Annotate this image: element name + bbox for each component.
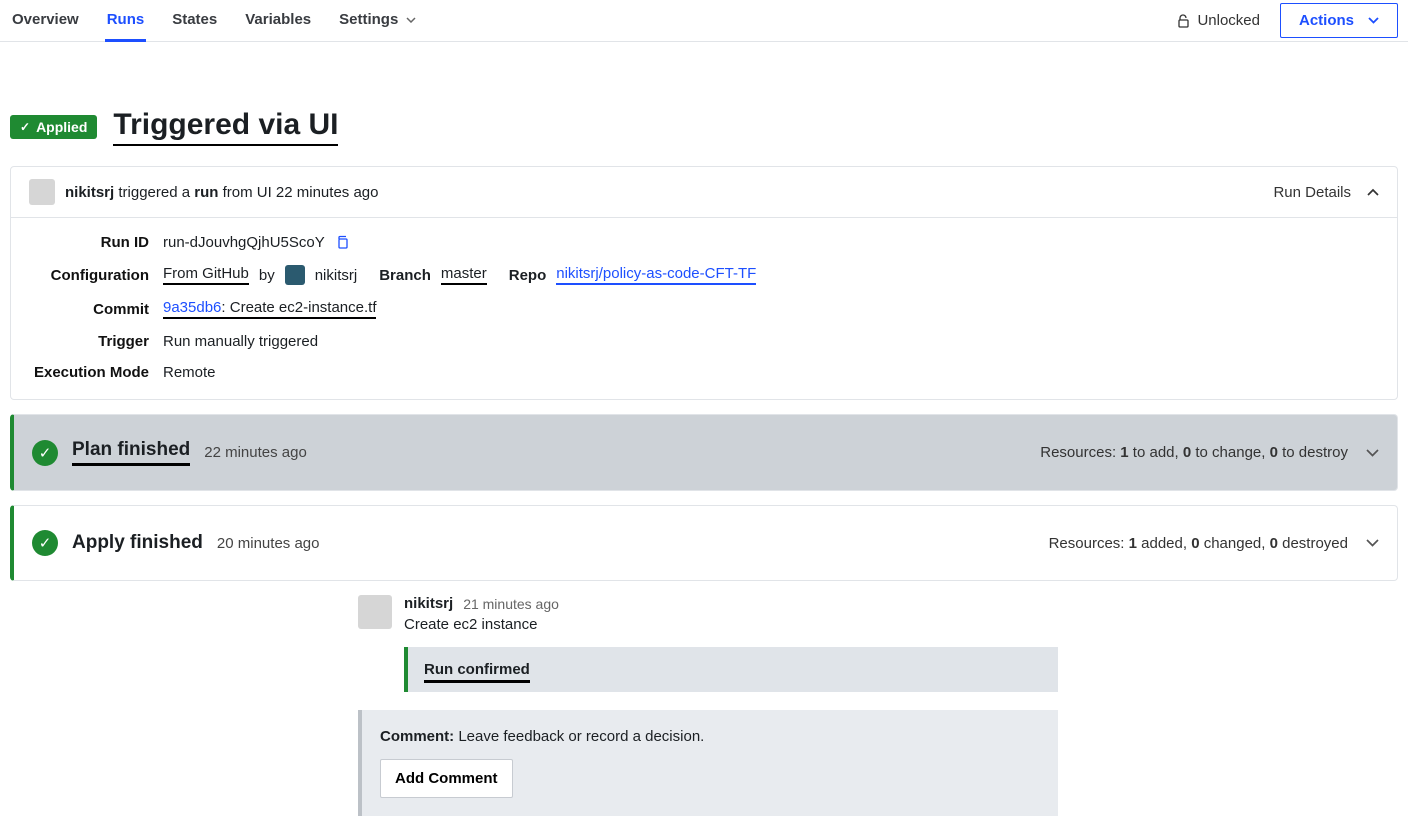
branch-label: Branch bbox=[379, 267, 431, 284]
check-circle-icon: ✓ bbox=[32, 530, 58, 556]
page: ✓ Applied Triggered via UI nikitsrj trig… bbox=[0, 42, 1408, 826]
comment-box-label: Comment: Leave feedback or record a deci… bbox=[380, 728, 1040, 745]
apply-title: Apply finished bbox=[72, 532, 203, 554]
kv-commit: Commit 9a35db6: Create ec2-instance.tf bbox=[29, 299, 1379, 319]
plan-title: Plan finished bbox=[72, 439, 190, 466]
tab-variables[interactable]: Variables bbox=[243, 1, 313, 42]
tab-overview[interactable]: Overview bbox=[10, 1, 81, 42]
trigger-value: Run manually triggered bbox=[163, 333, 318, 350]
lock-status: Unlocked bbox=[1176, 12, 1260, 29]
trigger-summary: nikitsrj triggered a run from UI 22 minu… bbox=[29, 179, 378, 205]
add-comment-button[interactable]: Add Comment bbox=[380, 759, 513, 798]
tab-settings[interactable]: Settings bbox=[337, 1, 418, 42]
chevron-down-icon[interactable] bbox=[1366, 449, 1379, 457]
plan-stage-right: Resources: 1 to add, 0 to change, 0 to d… bbox=[1040, 444, 1379, 461]
commit-message: : Create ec2-instance.tf bbox=[221, 299, 376, 316]
plan-stage[interactable]: ✓ Plan finished 22 minutes ago Resources… bbox=[10, 414, 1398, 491]
kv-trigger: Trigger Run manually triggered bbox=[29, 333, 1379, 350]
comment-body: nikitsrj 21 minutes ago Create ec2 insta… bbox=[404, 595, 1058, 692]
title-row: ✓ Applied Triggered via UI bbox=[10, 52, 1398, 166]
chevron-up-icon bbox=[1367, 188, 1379, 196]
commit-sha-link[interactable]: 9a35db6 bbox=[163, 299, 221, 316]
status-badge-text: Applied bbox=[36, 119, 87, 135]
actions-button[interactable]: Actions bbox=[1280, 3, 1398, 38]
apply-time: 20 minutes ago bbox=[217, 535, 320, 552]
config-from: From GitHub bbox=[163, 265, 249, 285]
apply-stage-left: ✓ Apply finished 20 minutes ago bbox=[32, 530, 319, 556]
comment-box: Comment: Leave feedback or record a deci… bbox=[358, 710, 1058, 816]
topbar-right: Unlocked Actions bbox=[1176, 3, 1398, 38]
comment-area: nikitsrj 21 minutes ago Create ec2 insta… bbox=[358, 595, 1058, 816]
unlock-icon bbox=[1176, 13, 1191, 28]
comment-time: 21 minutes ago bbox=[463, 596, 559, 612]
topbar: Overview Runs States Variables Settings … bbox=[0, 0, 1408, 42]
branch-value: master bbox=[441, 265, 487, 285]
comment-user: nikitsrj bbox=[404, 595, 453, 612]
trigger-panel-head: nikitsrj triggered a run from UI 22 minu… bbox=[11, 167, 1397, 217]
copy-icon[interactable] bbox=[335, 235, 350, 250]
repo-link[interactable]: nikitsrj/policy-as-code-CFT-TF bbox=[556, 265, 756, 285]
config-by: by bbox=[259, 267, 275, 284]
check-circle-icon: ✓ bbox=[32, 440, 58, 466]
actions-label: Actions bbox=[1299, 12, 1354, 29]
run-details-toggle[interactable]: Run Details bbox=[1273, 184, 1379, 201]
configuration-label: Configuration bbox=[29, 267, 149, 284]
comment-row: nikitsrj 21 minutes ago Create ec2 insta… bbox=[358, 595, 1058, 692]
chevron-down-icon bbox=[406, 17, 416, 23]
kv-run-id: Run ID run-dJouvhgQjhU5ScoY bbox=[29, 234, 1379, 251]
commit-label: Commit bbox=[29, 301, 149, 318]
repo-label: Repo bbox=[509, 267, 547, 284]
kv-execution-mode: Execution Mode Remote bbox=[29, 364, 1379, 381]
plan-resources: Resources: 1 to add, 0 to change, 0 to d… bbox=[1040, 444, 1348, 461]
tabs: Overview Runs States Variables Settings bbox=[10, 0, 418, 41]
plan-time: 22 minutes ago bbox=[204, 444, 307, 461]
apply-stage-right: Resources: 1 added, 0 changed, 0 destroy… bbox=[1049, 535, 1379, 552]
plan-stage-left: ✓ Plan finished 22 minutes ago bbox=[32, 439, 307, 466]
status-badge: ✓ Applied bbox=[10, 115, 97, 139]
apply-stage[interactable]: ✓ Apply finished 20 minutes ago Resource… bbox=[10, 505, 1398, 581]
apply-resources: Resources: 1 added, 0 changed, 0 destroy… bbox=[1049, 535, 1348, 552]
run-id-label: Run ID bbox=[29, 234, 149, 251]
execution-mode-label: Execution Mode bbox=[29, 364, 149, 381]
tab-states[interactable]: States bbox=[170, 1, 219, 42]
run-confirmed-banner: Run confirmed bbox=[404, 647, 1058, 692]
run-id-value: run-dJouvhgQjhU5ScoY bbox=[163, 234, 325, 251]
trigger-label: Trigger bbox=[29, 333, 149, 350]
trigger-panel: nikitsrj triggered a run from UI 22 minu… bbox=[10, 166, 1398, 400]
avatar bbox=[29, 179, 55, 205]
tab-settings-label: Settings bbox=[339, 11, 398, 28]
chevron-down-icon[interactable] bbox=[1366, 539, 1379, 547]
page-title: Triggered via UI bbox=[113, 108, 338, 146]
trigger-user: nikitsrj bbox=[65, 184, 114, 201]
run-details-label: Run Details bbox=[1273, 184, 1351, 201]
trigger-text: nikitsrj triggered a run from UI 22 minu… bbox=[65, 184, 378, 201]
lock-status-text: Unlocked bbox=[1197, 12, 1260, 29]
check-icon: ✓ bbox=[20, 120, 30, 134]
tab-runs[interactable]: Runs bbox=[105, 1, 147, 42]
comment-text: Create ec2 instance bbox=[404, 616, 1058, 633]
avatar bbox=[285, 265, 305, 285]
run-confirmed-text: Run confirmed bbox=[424, 661, 530, 683]
trigger-panel-body: Run ID run-dJouvhgQjhU5ScoY Configuratio… bbox=[11, 217, 1397, 399]
kv-configuration: Configuration From GitHub by nikitsrj Br… bbox=[29, 265, 1379, 285]
chevron-down-icon bbox=[1368, 17, 1379, 24]
config-user: nikitsrj bbox=[315, 267, 358, 284]
execution-mode-value: Remote bbox=[163, 364, 216, 381]
comment-head: nikitsrj 21 minutes ago bbox=[404, 595, 1058, 612]
avatar bbox=[358, 595, 392, 629]
